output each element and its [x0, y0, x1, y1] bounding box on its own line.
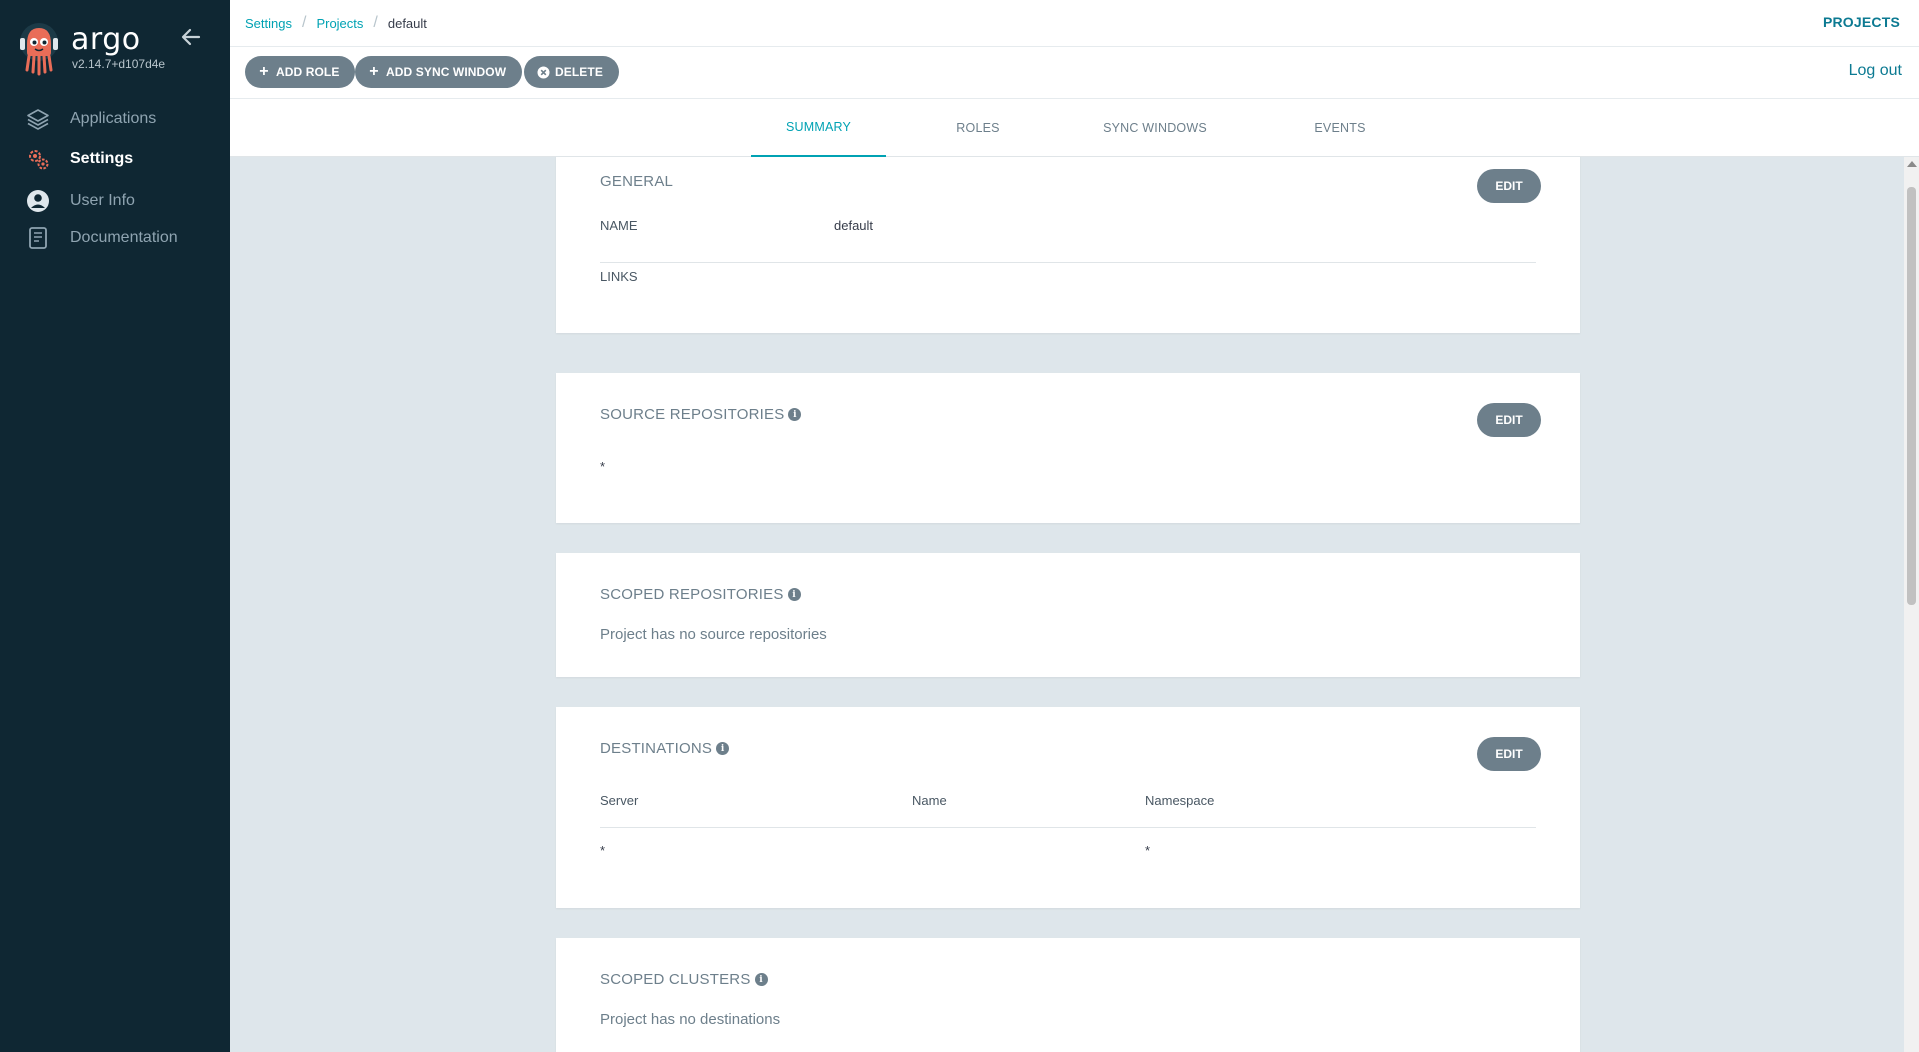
column-header-namespace: Namespace — [1145, 793, 1215, 808]
breadcrumb-settings-link[interactable]: Settings — [245, 16, 292, 31]
scoped-clusters-title-text: SCOPED CLUSTERS — [600, 971, 751, 988]
general-title: GENERAL — [600, 173, 674, 190]
source-repository-item: * — [600, 459, 606, 474]
source-repositories-edit-button[interactable]: EDIT — [1477, 403, 1541, 437]
info-icon[interactable]: i — [787, 588, 801, 601]
links-label: LINKS — [600, 269, 638, 284]
top-header: Settings / Projects / default PROJECTS — [230, 0, 1919, 47]
action-toolbar: + ADD ROLE + ADD SYNC WINDOW DELETE Log … — [230, 47, 1919, 99]
general-edit-button[interactable]: EDIT — [1477, 169, 1541, 203]
summary-content: GENERAL EDIT NAME default LINKS SOURCE R… — [230, 157, 1904, 1052]
info-icon[interactable]: i — [716, 742, 730, 755]
source-repositories-card: SOURCE REPOSITORIES i EDIT * — [556, 373, 1580, 523]
scoped-repositories-title-text: SCOPED REPOSITORIES — [600, 586, 784, 603]
destination-server-cell: * — [600, 843, 606, 858]
add-role-label: ADD ROLE — [276, 65, 340, 79]
projects-link[interactable]: PROJECTS — [1823, 14, 1900, 30]
sidebar: argo v2.14.7+d107d4e Applications Settin… — [0, 0, 230, 1052]
sidebar-item-label: Documentation — [70, 229, 178, 246]
breadcrumb-separator: / — [301, 14, 307, 31]
sidebar-item-label: Applications — [70, 110, 157, 127]
source-repositories-title: SOURCE REPOSITORIES i — [600, 406, 802, 423]
destinations-edit-button[interactable]: EDIT — [1477, 737, 1541, 771]
sidebar-item-documentation[interactable]: Documentation — [0, 220, 230, 256]
app-version: v2.14.7+d107d4e — [72, 57, 166, 71]
vertical-scrollbar[interactable] — [1904, 157, 1919, 1052]
sidebar-item-user-info[interactable]: User Info — [0, 183, 230, 219]
destinations-card: DESTINATIONS i EDIT Server Name Namespac… — [556, 707, 1580, 908]
destinations-title: DESTINATIONS i — [600, 740, 730, 757]
add-sync-window-label: ADD SYNC WINDOW — [386, 65, 507, 79]
divider — [600, 262, 1536, 263]
delete-button[interactable]: DELETE — [524, 56, 619, 88]
collapse-sidebar-arrow-icon[interactable] — [180, 26, 202, 48]
tab-events[interactable]: EVENTS — [1290, 99, 1390, 157]
info-icon[interactable]: i — [788, 408, 802, 421]
name-label: NAME — [600, 218, 638, 233]
times-circle-icon — [536, 65, 550, 79]
scoped-repositories-title: SCOPED REPOSITORIES i — [600, 586, 801, 603]
scroll-up-arrow-icon[interactable] — [1907, 161, 1917, 167]
gears-icon — [26, 147, 50, 171]
destination-namespace-cell: * — [1145, 843, 1151, 858]
destinations-title-text: DESTINATIONS — [600, 740, 713, 757]
sidebar-item-settings[interactable]: Settings — [0, 141, 230, 177]
logout-link[interactable]: Log out — [1849, 62, 1902, 80]
general-card: GENERAL EDIT NAME default LINKS — [556, 157, 1580, 333]
column-header-server: Server — [600, 793, 639, 808]
user-circle-icon — [26, 189, 50, 213]
divider — [600, 827, 1536, 828]
breadcrumb-current: default — [387, 15, 427, 31]
source-repositories-title-text: SOURCE REPOSITORIES — [600, 406, 785, 423]
sidebar-item-label: User Info — [70, 192, 135, 209]
sidebar-item-label: Settings — [70, 150, 134, 167]
book-icon — [26, 226, 50, 250]
scoped-repositories-empty-message: Project has no source repositories — [600, 626, 827, 643]
brand-name: argo — [71, 22, 141, 57]
scrollbar-thumb[interactable] — [1907, 187, 1916, 605]
tab-roles[interactable]: ROLES — [928, 99, 1028, 157]
sidebar-item-applications[interactable]: Applications — [0, 101, 230, 137]
argo-logo-icon[interactable] — [18, 22, 60, 76]
breadcrumb: Settings / Projects / default — [245, 14, 427, 32]
scoped-clusters-card: SCOPED CLUSTERS i Project has no destina… — [556, 938, 1580, 1052]
plus-icon: + — [259, 63, 269, 80]
scoped-clusters-title: SCOPED CLUSTERS i — [600, 971, 768, 988]
breadcrumb-separator: / — [373, 14, 378, 31]
scoped-clusters-empty-message: Project has no destinations — [600, 1011, 781, 1028]
tab-bar: SUMMARY ROLES SYNC WINDOWS EVENTS — [230, 99, 1919, 157]
scoped-repositories-card: SCOPED REPOSITORIES i Project has no sou… — [556, 553, 1580, 677]
add-role-button[interactable]: + ADD ROLE — [245, 56, 356, 88]
tab-sync-windows[interactable]: SYNC WINDOWS — [1085, 99, 1225, 157]
layers-icon — [26, 107, 50, 131]
tab-summary[interactable]: SUMMARY — [751, 99, 886, 157]
column-header-name: Name — [912, 793, 947, 808]
add-sync-window-button[interactable]: + ADD SYNC WINDOW — [355, 56, 523, 88]
name-value: default — [834, 218, 874, 233]
plus-icon: + — [369, 63, 379, 80]
info-icon[interactable]: i — [754, 973, 768, 986]
breadcrumb-projects-link[interactable]: Projects — [316, 16, 363, 31]
delete-label: DELETE — [555, 65, 603, 79]
